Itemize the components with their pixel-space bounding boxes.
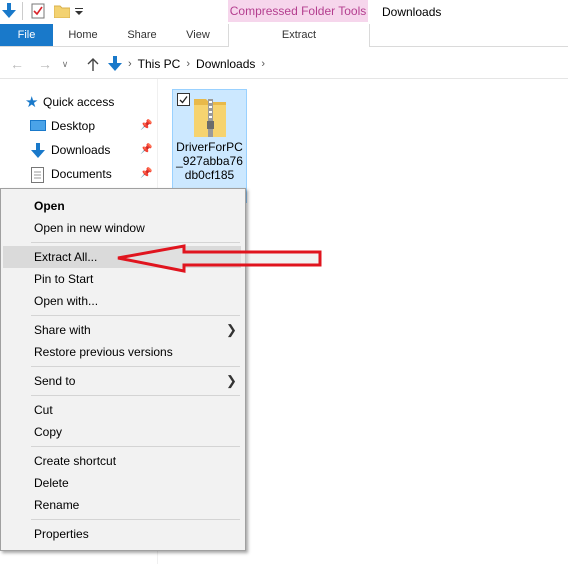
check-icon [179, 96, 188, 104]
menu-item-label: Share with [34, 323, 91, 337]
tab-share[interactable]: Share [118, 24, 166, 46]
tab-file[interactable]: File [0, 24, 53, 46]
nav-item-quick-access[interactable]: ★ Quick access [0, 92, 157, 114]
download-arrow-icon [31, 143, 45, 158]
menu-item-open-with[interactable]: Open with... [3, 290, 241, 312]
menu-item-create-shortcut[interactable]: Create shortcut [3, 450, 241, 472]
red-arrow-icon [117, 244, 322, 273]
menu-item-open-new-window[interactable]: Open in new window [3, 217, 241, 239]
submenu-chevron-icon: ❯ [226, 322, 237, 337]
breadcrumb-this-pc[interactable]: This PC [138, 57, 181, 71]
recent-locations-chevron-icon[interactable]: ∨ [60, 54, 70, 74]
quick-access-toolbar [0, 0, 230, 24]
menu-item-label: Send to [34, 374, 76, 388]
menu-item-label: Delete [34, 476, 69, 490]
menu-item-copy[interactable]: Copy [3, 421, 241, 443]
menu-item-open[interactable]: Open [3, 195, 241, 217]
submenu-chevron-icon: ❯ [226, 373, 237, 388]
download-arrow-icon [108, 56, 122, 71]
breadcrumb-separator-icon[interactable]: › [186, 58, 190, 70]
menu-item-label: Open with... [34, 294, 99, 308]
nav-item-documents[interactable]: Documents 📌 [0, 164, 157, 186]
menu-item-delete[interactable]: Delete [3, 472, 241, 494]
pin-icon[interactable]: 📌 [140, 120, 152, 132]
menu-item-restore-previous-versions[interactable]: Restore previous versions [3, 341, 241, 363]
menu-item-label: Open in new window [34, 221, 145, 235]
star-icon: ★ [25, 94, 39, 111]
menu-separator [31, 446, 240, 447]
nav-item-downloads[interactable]: Downloads 📌 [0, 140, 157, 162]
nav-item-label: Documents [51, 167, 112, 181]
navigation-bar: ← → ∨ › This PC › Downloads › [0, 50, 568, 79]
pin-icon[interactable]: 📌 [140, 168, 152, 180]
menu-separator [31, 366, 240, 367]
menu-item-label: Copy [34, 425, 63, 439]
pin-icon[interactable]: 📌 [140, 144, 152, 156]
documents-icon [31, 167, 44, 183]
menu-item-cut[interactable]: Cut [3, 399, 241, 421]
menu-item-share-with[interactable]: Share with ❯ [3, 319, 241, 341]
menu-item-label: Create shortcut [34, 454, 117, 468]
up-arrow-icon[interactable] [86, 57, 100, 71]
menu-separator [31, 315, 240, 316]
customize-qat-icon[interactable] [75, 8, 84, 16]
back-arrow-icon[interactable]: ← [8, 54, 26, 74]
menu-item-label: Open [34, 199, 65, 213]
new-folder-icon[interactable] [54, 4, 70, 18]
breadcrumb-separator-icon[interactable]: › [128, 58, 132, 70]
menu-item-label: Extract All... [34, 250, 98, 264]
breadcrumb-downloads[interactable]: Downloads [196, 57, 255, 71]
tab-extract[interactable]: Extract [228, 24, 370, 47]
menu-item-label: Cut [34, 403, 53, 417]
menu-item-label: Restore previous versions [34, 345, 173, 359]
tab-home[interactable]: Home [57, 24, 109, 46]
context-tab-group-label: Compressed Folder Tools [228, 0, 368, 22]
nav-item-label: Desktop [51, 119, 96, 133]
tab-view[interactable]: View [176, 24, 220, 46]
menu-separator [31, 395, 240, 396]
nav-item-desktop[interactable]: Desktop 📌 [0, 116, 157, 138]
menu-item-send-to[interactable]: Send to ❯ [3, 370, 241, 392]
download-arrow-icon[interactable] [2, 3, 16, 19]
forward-arrow-icon[interactable]: → [36, 54, 54, 74]
file-name: DriverForPC_927abba76db0cf185 [176, 140, 243, 182]
file-item-zip[interactable]: DriverForPC_927abba76db0cf185 [172, 89, 247, 203]
menu-item-label: Pin to Start [34, 272, 94, 286]
desktop-icon [30, 120, 46, 131]
item-checkbox[interactable] [177, 93, 190, 106]
properties-check-icon[interactable] [31, 3, 45, 19]
menu-item-label: Properties [34, 527, 89, 541]
menu-item-label: Rename [34, 498, 80, 512]
divider [22, 2, 23, 20]
zip-folder-icon [194, 99, 226, 137]
nav-item-label: Quick access [43, 95, 115, 109]
menu-item-properties[interactable]: Properties [3, 523, 241, 545]
breadcrumb: › This PC › Downloads › [108, 50, 265, 78]
nav-item-label: Downloads [51, 143, 111, 157]
window-title: Downloads [382, 5, 442, 19]
ribbon-tabs: File Home Share View Extract [0, 24, 568, 47]
menu-separator [31, 519, 240, 520]
menu-item-rename[interactable]: Rename [3, 494, 241, 516]
breadcrumb-separator-icon[interactable]: › [261, 58, 265, 70]
